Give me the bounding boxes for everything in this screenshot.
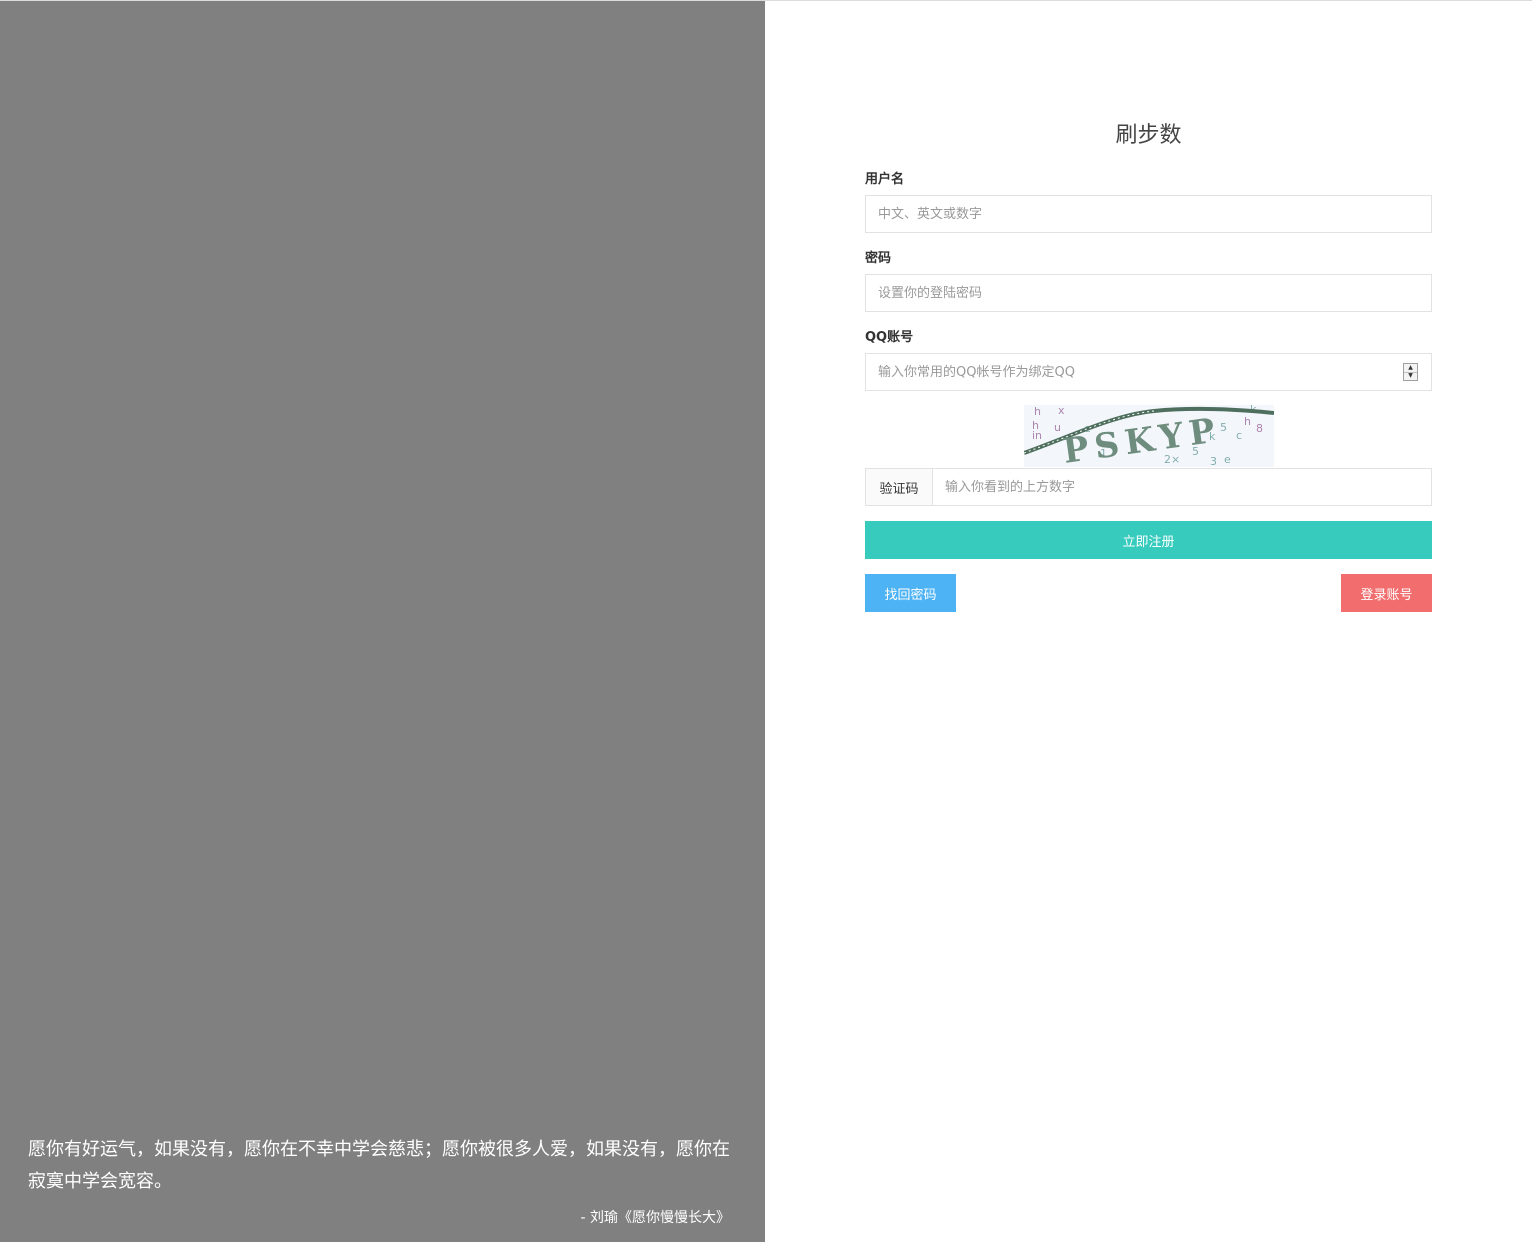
password-input[interactable] [865, 274, 1432, 312]
svg-text:c: c [1236, 429, 1242, 442]
quote-text: 愿你有好运气，如果没有，愿你在不幸中学会慈悲；愿你被很多人爱，如果没有，愿你在寂… [28, 1139, 730, 1192]
page-title: 刷步数 [1115, 123, 1182, 148]
spin-down-icon[interactable]: ▼ [1404, 373, 1417, 381]
captcha-image[interactable]: hxh in 1 2× 5 3e 5h 8c kk ue PSKYP [1023, 403, 1275, 472]
captcha-text: PSKYP [1061, 410, 1224, 467]
svg-text:in: in [1032, 429, 1042, 442]
captcha-field-group: 验证码 [865, 468, 1432, 506]
captcha-addon-label: 验证码 [866, 469, 933, 505]
svg-text:5: 5 [1220, 421, 1227, 434]
qq-label: QQ账号 [865, 330, 914, 345]
svg-text:h: h [1034, 405, 1041, 418]
svg-text:3: 3 [1210, 455, 1217, 467]
svg-text:e: e [1224, 453, 1231, 466]
username-input[interactable] [865, 195, 1432, 233]
quote-author: - 刘瑜《愿你慢慢长大》 [580, 1210, 730, 1226]
forgot-password-button[interactable]: 找回密码 [865, 574, 956, 612]
svg-text:x: x [1058, 405, 1065, 417]
background-panel: 愿你有好运气，如果没有，愿你在不幸中学会慈悲；愿你被很多人爱，如果没有，愿你在寂… [0, 1, 765, 1242]
qq-number-spinner[interactable]: ▲ ▼ [1403, 363, 1418, 381]
spin-up-icon[interactable]: ▲ [1404, 364, 1417, 373]
login-button[interactable]: 登录账号 [1341, 574, 1432, 612]
svg-text:8: 8 [1256, 422, 1263, 435]
qq-input[interactable] [865, 353, 1432, 391]
register-button[interactable]: 立即注册 [865, 521, 1432, 559]
svg-text:h: h [1244, 415, 1251, 428]
password-label: 密码 [865, 251, 892, 266]
captcha-input[interactable] [933, 469, 1431, 505]
username-label: 用户名 [865, 172, 905, 187]
